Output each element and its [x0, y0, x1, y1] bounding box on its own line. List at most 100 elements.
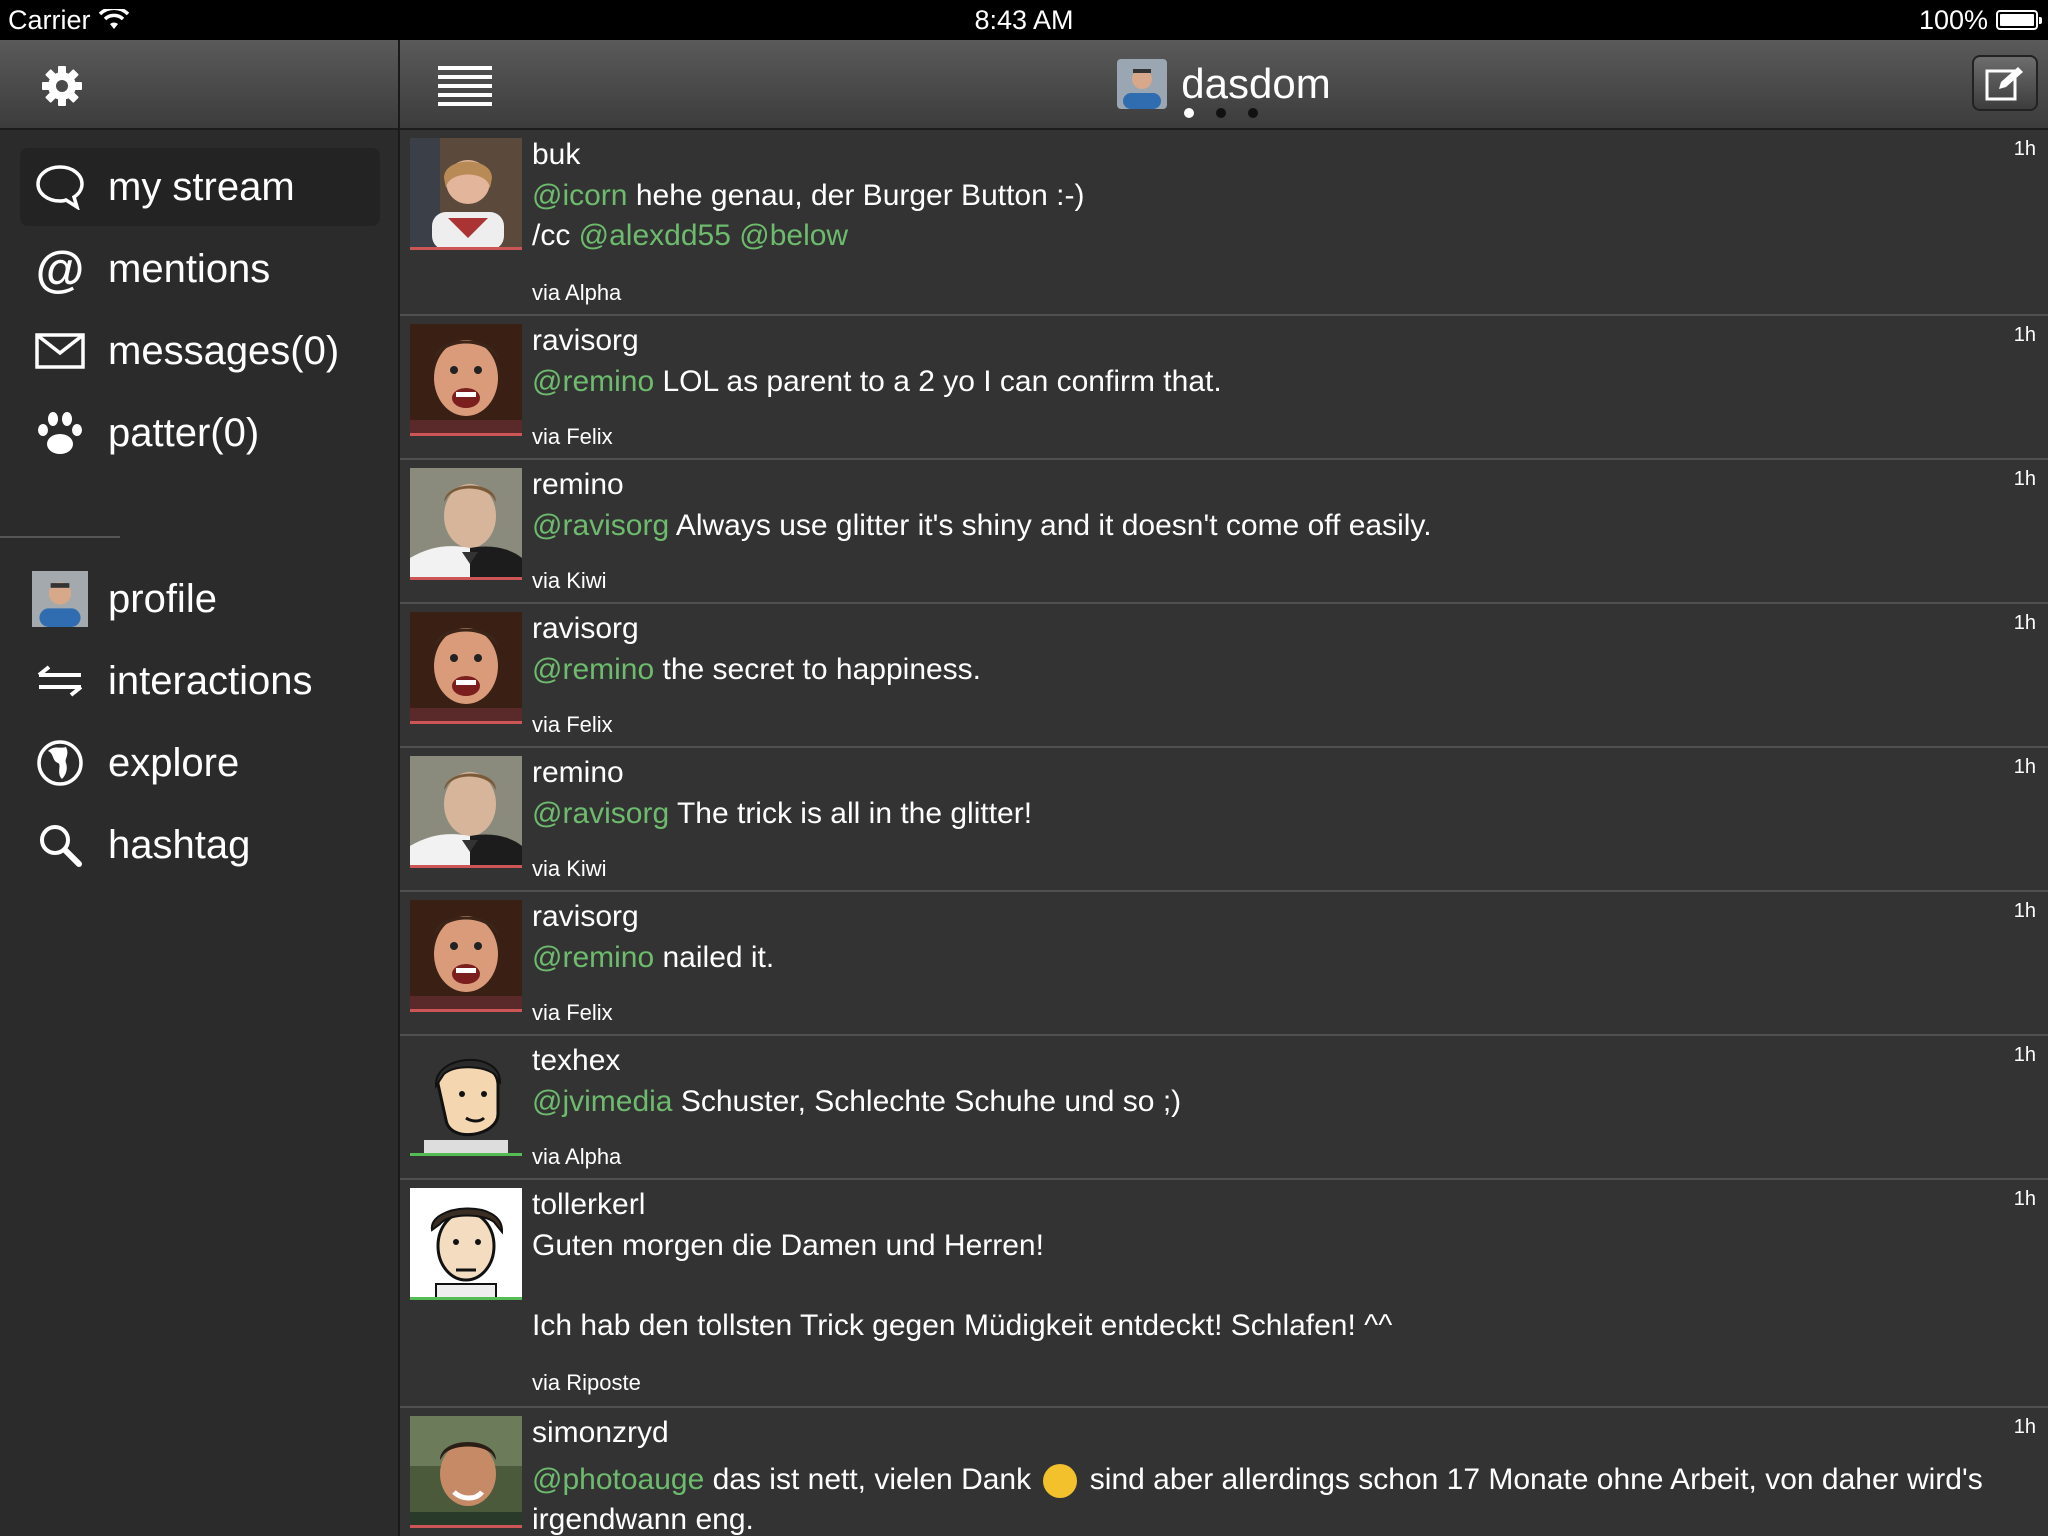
compose-icon: [1985, 67, 2023, 101]
post-username[interactable]: ravisorg: [532, 900, 639, 934]
search-icon: [40, 825, 82, 867]
post-via[interactable]: via Alpha: [532, 280, 621, 306]
post-item[interactable]: remino 1h @ravisorg Always use glitter i…: [400, 460, 2048, 604]
mention-link[interactable]: @jvimedia: [532, 1085, 673, 1118]
sidebar-item-label: messages(0): [108, 328, 340, 373]
avatar[interactable]: [410, 468, 522, 580]
post-username[interactable]: texhex: [532, 1044, 620, 1078]
sidebar-item-label: explore: [108, 740, 240, 785]
post-time: 1h: [2013, 1188, 2036, 1210]
post-username[interactable]: buk: [532, 138, 580, 172]
avatar[interactable]: [410, 612, 522, 724]
post-text-segment: LOL as parent to a 2 yo I can confirm th…: [654, 365, 1222, 398]
page-title: dasdom: [1181, 60, 1331, 107]
sidebar-item-mentions[interactable]: @ mentions: [20, 230, 380, 308]
avatar[interactable]: [410, 1188, 522, 1300]
top-bar: dasdom: [400, 40, 2048, 130]
post-username[interactable]: remino: [532, 756, 624, 790]
post-text: @ravisorg Always use glitter it's shiny …: [532, 506, 2012, 546]
sidebar-item-profile[interactable]: profile: [20, 560, 380, 638]
mention-link[interactable]: @alexdd55: [579, 219, 731, 252]
sidebar-item-label: mentions: [108, 246, 271, 291]
post-text-segment: Always use glitter it's shiny and it doe…: [669, 509, 1432, 542]
avatar[interactable]: [410, 1044, 522, 1156]
post-text-segment: Schuster, Schlechte Schuhe und so ;): [672, 1085, 1182, 1118]
sidebar-item-messages[interactable]: messages(0): [20, 312, 380, 390]
gear-icon[interactable]: [40, 64, 84, 108]
sidebar-item-label: patter(0): [108, 410, 260, 455]
post-text-segment: /cc: [532, 219, 579, 252]
avatar[interactable]: [410, 900, 522, 1012]
sidebar-item-label: hashtag: [108, 822, 251, 867]
post-text-segment: the secret to happiness.: [654, 653, 982, 686]
mention-link[interactable]: @icorn: [532, 179, 627, 212]
post-username[interactable]: ravisorg: [532, 324, 639, 358]
page-dot: [1184, 108, 1194, 118]
post-username[interactable]: tollerkerl: [532, 1188, 645, 1222]
post-text: Guten morgen die Damen und Herren!: [532, 1229, 1044, 1262]
avatar: [1117, 59, 1168, 109]
sidebar: my stream @ mentions messages(0) patter(…: [0, 40, 400, 1536]
sidebar-item-explore[interactable]: explore: [20, 724, 380, 802]
post-via[interactable]: via Felix: [532, 712, 613, 738]
post-via[interactable]: via Riposte: [532, 1370, 641, 1396]
mention-link[interactable]: @photoauge: [532, 1463, 704, 1496]
mention-link[interactable]: @remino: [532, 653, 654, 686]
avatar[interactable]: [410, 756, 522, 868]
post-text-segment: das ist nett, vielen Dank: [704, 1463, 1040, 1496]
sidebar-item-patter[interactable]: patter(0): [20, 394, 380, 472]
page-dot: [1248, 108, 1258, 118]
post-via[interactable]: via Kiwi: [532, 568, 607, 594]
post-via[interactable]: via Felix: [532, 424, 613, 450]
post-text: @remino LOL as parent to a 2 yo I can co…: [532, 362, 2012, 402]
main-panel: dasdom buk 1h @icorn hehe genau, der Bur…: [400, 40, 2048, 1536]
compose-button[interactable]: [1972, 55, 2038, 111]
avatar: [32, 571, 88, 627]
avatar[interactable]: [410, 324, 522, 436]
post-text: @ravisorg The trick is all in the glitte…: [532, 794, 2012, 834]
post-item[interactable]: ravisorg 1h @remino nailed it. via Felix: [400, 892, 2048, 1036]
avatar[interactable]: [410, 138, 522, 250]
post-text: @photoauge das ist nett, vielen Dank sin…: [532, 1460, 2012, 1536]
avatar[interactable]: [410, 1416, 522, 1528]
post-item[interactable]: simonzryd 1h @photoauge das ist nett, vi…: [400, 1408, 2048, 1536]
post-item[interactable]: texhex 1h @jvimedia Schuster, Schlechte …: [400, 1036, 2048, 1180]
post-username[interactable]: simonzryd: [532, 1416, 669, 1450]
page-indicator: [1184, 108, 1258, 118]
post-item[interactable]: remino 1h @ravisorg The trick is all in …: [400, 748, 2048, 892]
mention-link[interactable]: @below: [739, 219, 848, 252]
sidebar-divider: [0, 536, 120, 538]
battery-indicator: 100%: [1919, 0, 2042, 40]
envelope-icon: [35, 333, 85, 369]
page-dot: [1216, 108, 1226, 118]
sidebar-item-hashtag[interactable]: hashtag: [20, 806, 380, 884]
mention-link[interactable]: @ravisorg: [532, 797, 669, 830]
post-time: 1h: [2013, 468, 2036, 490]
post-text-segment: nailed it.: [654, 941, 775, 974]
mention-link[interactable]: @remino: [532, 941, 654, 974]
post-text: @icorn hehe genau, der Burger Button :-)…: [532, 176, 2012, 256]
post-item[interactable]: ravisorg 1h @remino LOL as parent to a 2…: [400, 316, 2048, 460]
battery-icon: [1996, 10, 2042, 30]
post-time: 1h: [2013, 756, 2036, 778]
post-text-segment: irgendwann eng.: [532, 1503, 754, 1536]
sidebar-item-interactions[interactable]: interactions: [20, 642, 380, 720]
post-via[interactable]: via Kiwi: [532, 856, 607, 882]
sidebar-item-label: interactions: [108, 658, 313, 703]
post-via[interactable]: via Alpha: [532, 1144, 621, 1170]
mention-link[interactable]: @ravisorg: [532, 509, 669, 542]
post-username[interactable]: remino: [532, 468, 624, 502]
post-time: 1h: [2013, 138, 2036, 160]
globe-icon: [37, 740, 83, 786]
post-item[interactable]: ravisorg 1h @remino the secret to happin…: [400, 604, 2048, 748]
post-via[interactable]: via Felix: [532, 1000, 613, 1026]
post-text: @jvimedia Schuster, Schlechte Schuhe und…: [532, 1082, 2012, 1122]
post-time: 1h: [2013, 612, 2036, 634]
post-time: 1h: [2013, 1416, 2036, 1438]
mention-link[interactable]: @remino: [532, 365, 654, 398]
post-username[interactable]: ravisorg: [532, 612, 639, 646]
post-text: Ich hab den tollsten Trick gegen Müdigke…: [532, 1309, 1393, 1342]
sidebar-item-my-stream[interactable]: my stream: [20, 148, 380, 226]
post-item[interactable]: buk 1h @icorn hehe genau, der Burger But…: [400, 130, 2048, 316]
post-item[interactable]: tollerkerl 1h Guten morgen die Damen und…: [400, 1180, 2048, 1408]
